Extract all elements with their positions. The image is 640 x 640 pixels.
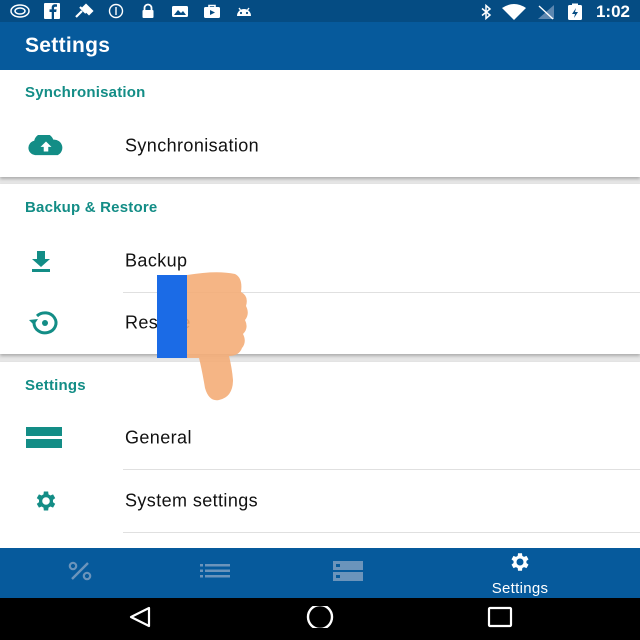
gear-icon [26, 486, 66, 516]
nav-tab-settings-label: Settings [491, 579, 549, 597]
system-status-icons: 1:02 [474, 2, 630, 22]
clock: 1:02 [595, 2, 630, 21]
back-icon [128, 606, 152, 633]
restore-icon [26, 308, 66, 338]
restore-item[interactable]: Restore [0, 292, 640, 354]
home-icon [305, 603, 335, 633]
notification-icons [4, 2, 260, 20]
status-bar: 1:02 [0, 0, 640, 22]
page-title: Settings [25, 34, 111, 57]
system-settings-label: System settings [125, 490, 259, 511]
synchronisation-item[interactable]: Synchronisation [0, 115, 640, 177]
general-label: General [125, 427, 192, 448]
backup-item[interactable]: Backup [0, 230, 640, 292]
app-icon [4, 2, 36, 20]
back-button[interactable] [120, 606, 160, 632]
satellite-icon [68, 2, 100, 20]
recents-button[interactable] [480, 606, 520, 632]
synchronisation-label: Synchronisation [125, 135, 260, 156]
lock-icon [132, 2, 164, 20]
general-icon [26, 423, 66, 453]
backup-restore-card: Backup & Restore Backup Restore [0, 184, 640, 354]
list-icon [200, 563, 230, 584]
percent-icon [67, 561, 93, 586]
data-saver-icon [100, 2, 132, 20]
nav-tab-storage[interactable] [268, 548, 428, 598]
settings-card: Settings General System settings [0, 362, 640, 548]
section-header-synchronisation: Synchronisation [25, 84, 146, 101]
shop-icon [196, 2, 228, 20]
bottom-navigation: Settings [0, 548, 640, 598]
section-header-settings: Settings [25, 377, 86, 394]
settings-list[interactable]: Synchronisation Synchronisation Backup &… [0, 70, 640, 548]
divider [123, 532, 640, 533]
nav-tab-settings[interactable]: Settings [440, 548, 600, 598]
wifi-icon [498, 3, 530, 21]
download-icon [26, 246, 66, 276]
app-bar: Settings [0, 22, 640, 70]
android-icon [228, 2, 260, 20]
photo-icon [164, 2, 196, 20]
facebook-icon [36, 2, 68, 20]
section-header-backup-restore: Backup & Restore [25, 199, 158, 216]
gear-icon [508, 550, 532, 579]
thumbs-down-icon[interactable] [157, 270, 267, 405]
synchronisation-card: Synchronisation Synchronisation [0, 70, 640, 177]
battery-icon [562, 3, 588, 21]
cloud-upload-icon [26, 131, 66, 161]
recents-icon [487, 606, 513, 633]
home-button[interactable] [300, 603, 340, 633]
system-settings-item[interactable]: System settings [0, 470, 640, 532]
general-item[interactable]: General [0, 407, 640, 469]
system-navigation-bar [0, 598, 640, 640]
bluetooth-icon [474, 3, 498, 21]
signal-icon [530, 3, 562, 21]
backup-label: Backup [125, 250, 188, 271]
storage-icon [333, 560, 363, 586]
